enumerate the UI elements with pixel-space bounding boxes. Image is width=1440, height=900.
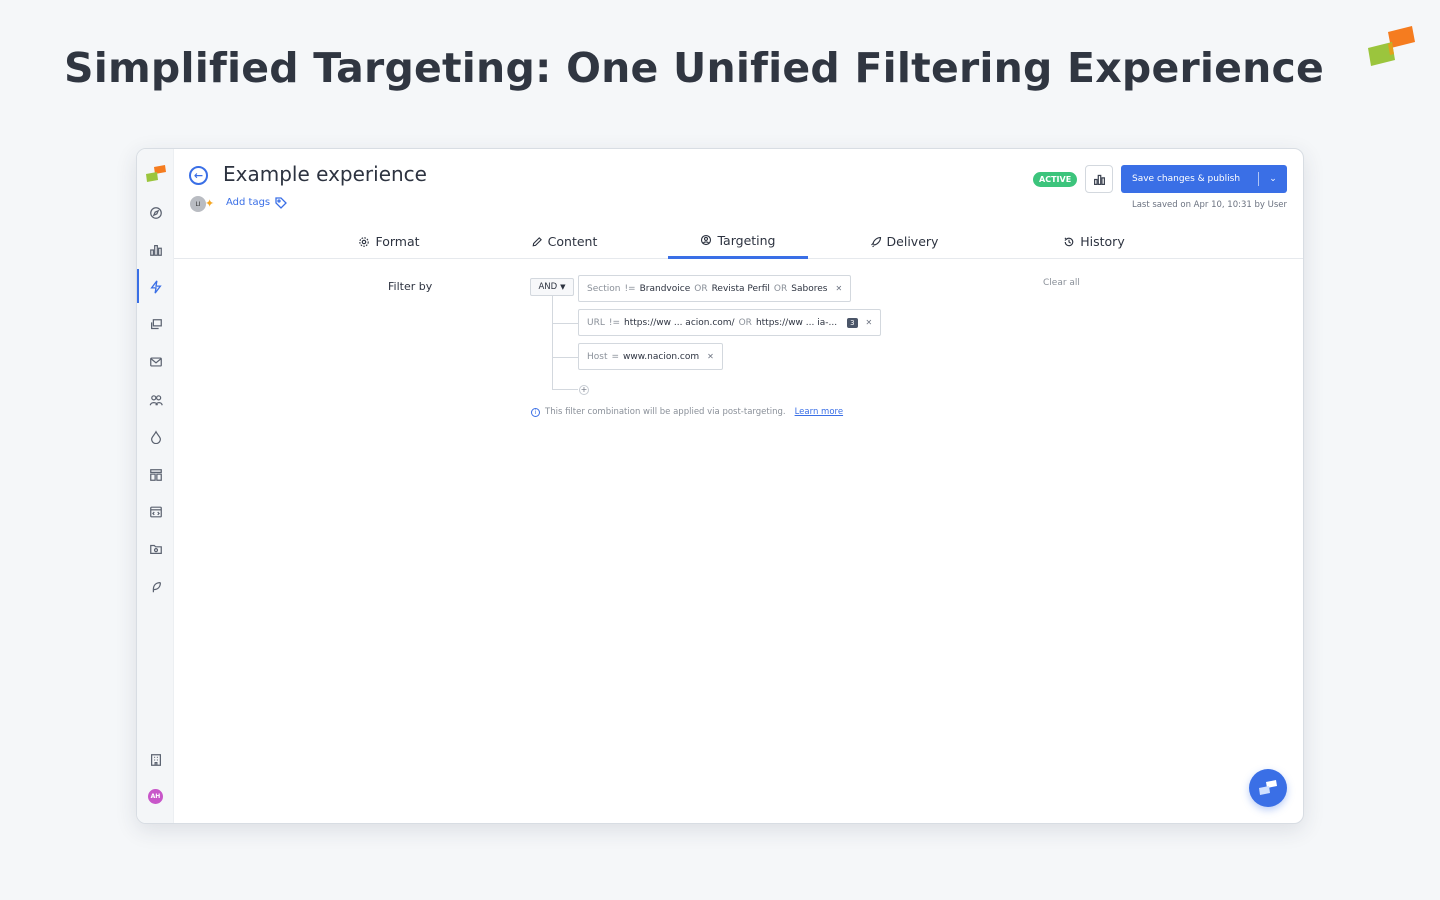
tag-avatar: LI [190,196,206,212]
last-saved-text: Last saved on Apr 10, 10:31 by User [1131,200,1287,210]
chevron-down-icon[interactable]: ⌄ [1259,174,1287,184]
operator-select[interactable]: AND ▼ [530,278,574,296]
folder-icon[interactable] [148,541,164,557]
compass-icon[interactable] [148,205,164,221]
sidebar: AH [137,149,174,823]
experience-title: Example experience [223,162,427,186]
bar-chart-icon [1093,174,1105,185]
filter-value: https://ww ... ia-... [755,317,838,328]
sparkle-icon: ✦ [205,197,215,210]
layout-icon[interactable] [148,467,164,483]
remove-filter-icon[interactable]: ✕ [866,318,873,327]
tab-bar: Format Content Targeting Delivery Histor… [174,224,1303,259]
add-filter-button[interactable]: + [579,385,589,395]
tab-delivery[interactable]: Delivery [834,224,974,259]
filter-chip-host[interactable]: Host = www.nacion.com ✕ [578,343,723,370]
filter-value: Brandvoice [639,283,691,294]
users-icon[interactable] [148,392,164,408]
history-icon [1064,236,1074,246]
user-circle-icon [701,234,712,246]
rocket-icon [870,236,881,247]
tree-branch [552,323,578,324]
tab-format-label: Format [375,234,420,249]
filter-operator: = [611,351,620,362]
building-icon[interactable] [148,752,164,768]
filter-value: www.nacion.com [623,351,700,362]
app-window: AH ← Example experience LI ✦ Add tags AC… [136,148,1304,824]
tab-history[interactable]: History [1019,224,1169,259]
sidebar-active-indicator [137,269,139,303]
drop-icon[interactable] [148,429,164,445]
slide-title: Simplified Targeting: One Unified Filter… [64,44,1325,92]
tab-content-label: Content [547,234,598,249]
filter-operator: != [624,283,636,294]
brand-logo [1368,26,1415,66]
gear-icon [359,236,370,247]
tree-branch [552,357,578,358]
filter-operator: != [608,317,621,328]
user-avatar[interactable]: AH [148,789,163,804]
more-count-badge[interactable]: 3 [847,317,858,328]
back-button[interactable]: ← [189,166,208,185]
learn-more-link[interactable]: Learn more [795,407,843,417]
app-logo-icon[interactable] [145,165,167,185]
filter-chip-url[interactable]: URL != https://ww ... acion.com/ OR http… [578,309,882,336]
filter-joiner: OR [738,317,752,328]
bar-chart-icon[interactable] [148,242,164,258]
remove-filter-icon[interactable]: ✕ [707,352,714,361]
layers-icon[interactable] [148,317,164,333]
arrow-left-icon: ← [193,169,204,182]
stats-button[interactable] [1085,165,1113,193]
filter-key: URL [587,317,605,328]
brand-chat-icon [1259,780,1277,795]
tree-branch [552,389,578,390]
tag-icon[interactable] [274,196,288,210]
mail-icon[interactable] [148,354,164,370]
tab-targeting[interactable]: Targeting [668,224,808,259]
tab-format[interactable]: Format [324,224,454,259]
filter-joiner: OR [694,283,708,294]
filter-key: Section [587,283,621,294]
feather-icon[interactable] [148,579,164,595]
filter-value: https://ww ... acion.com/ [624,317,735,328]
pencil-icon [532,236,542,246]
status-badge: ACTIVE [1033,172,1078,187]
tab-content[interactable]: Content [494,224,634,259]
post-targeting-info: i This filter combination will be applie… [531,407,843,417]
tab-history-label: History [1080,234,1125,249]
add-tags-link[interactable]: Add tags [226,197,270,208]
filter-by-label: Filter by [388,280,433,293]
filter-chip-section[interactable]: Section != Brandvoice OR Revista Perfil … [578,275,852,302]
tab-delivery-label: Delivery [886,234,939,249]
info-text: This filter combination will be applied … [545,407,786,417]
filter-key: Host [587,351,608,362]
bolt-icon[interactable] [148,279,164,295]
info-icon: i [531,407,540,417]
publish-button[interactable]: Save changes & publish ⌄ [1121,165,1287,193]
clear-all-button[interactable]: Clear all [1043,278,1080,288]
publish-button-label: Save changes & publish [1132,174,1241,184]
tab-targeting-label: Targeting [717,232,776,248]
caret-down-icon: ▼ [560,283,566,291]
code-window-icon[interactable] [148,504,164,520]
help-chat-button[interactable] [1249,769,1287,807]
tree-connector [552,296,553,389]
filter-value: Sabores [791,283,828,294]
filter-joiner: OR [773,283,788,294]
remove-filter-icon[interactable]: ✕ [835,284,842,293]
operator-value: AND [538,282,558,292]
filter-value: Revista Perfil [711,283,770,294]
